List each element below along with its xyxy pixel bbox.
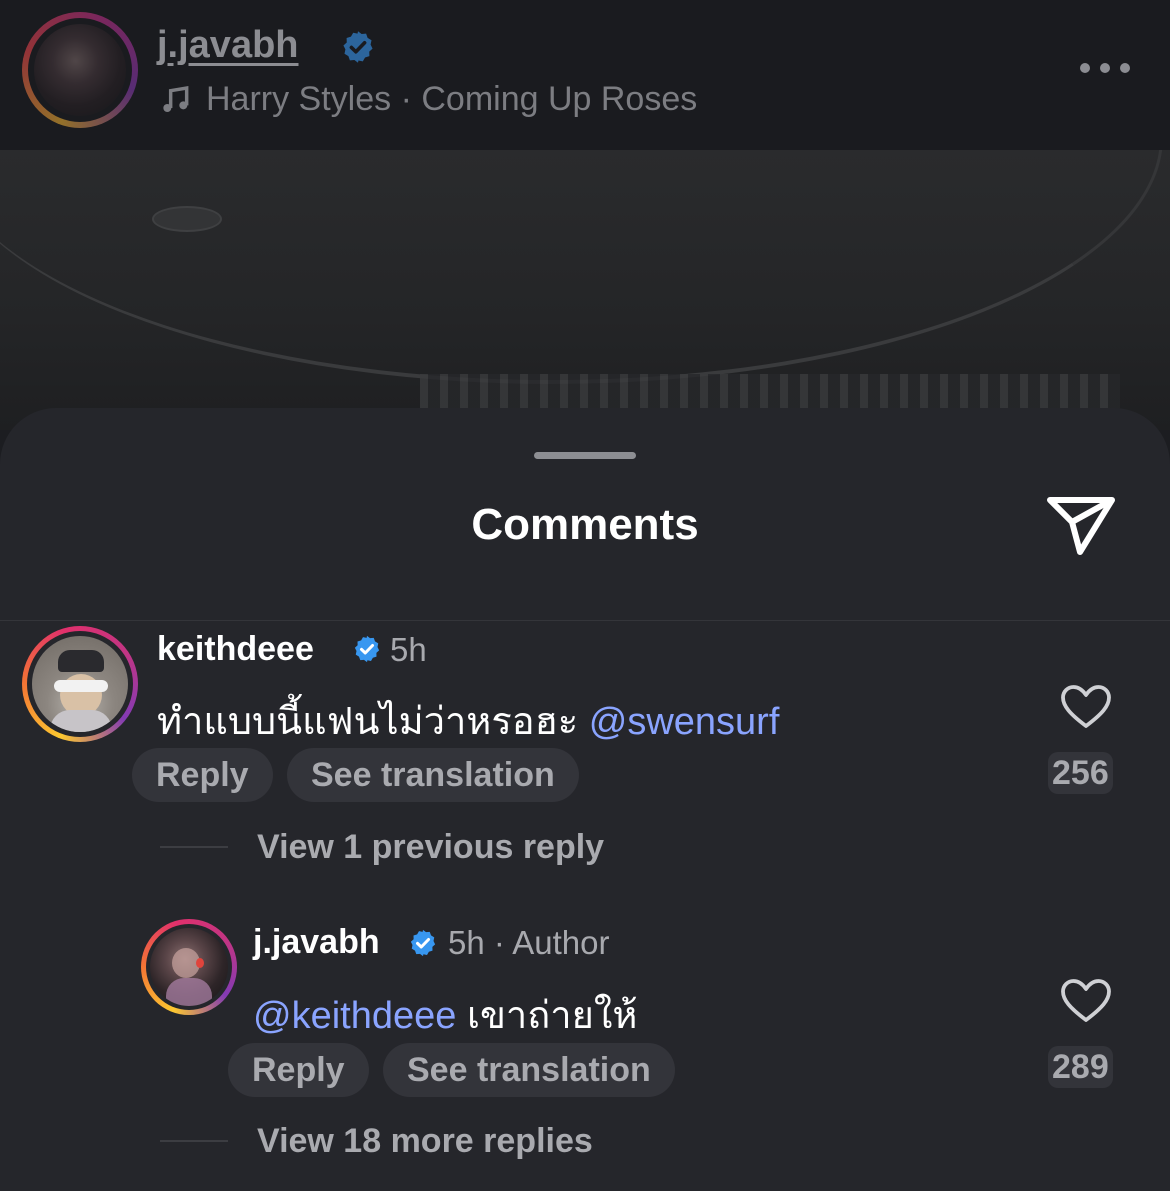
thread-line <box>160 846 228 848</box>
reply-body: เขาถ่ายให้ <box>466 995 638 1037</box>
see-translation-button[interactable]: See translation <box>287 748 579 802</box>
reply-avatar[interactable] <box>141 919 237 1015</box>
sheet-divider <box>0 620 1170 621</box>
post-header: j.javabh Harry Styles · Coming Up Roses <box>0 0 1170 150</box>
heart-icon[interactable] <box>1060 978 1112 1024</box>
sheet-title: Comments <box>471 500 699 549</box>
drag-handle[interactable] <box>534 452 636 459</box>
post-author-avatar[interactable] <box>22 12 138 128</box>
more-horizontal-icon[interactable] <box>1080 60 1130 76</box>
like-count[interactable]: 256 <box>1048 752 1113 794</box>
comment-time: 5h <box>390 631 427 668</box>
comment-text: ทำแบบนี้แฟนไม่ว่าหรอฮะ @swensurf <box>157 690 779 751</box>
reply-button[interactable]: Reply <box>228 1043 369 1097</box>
see-translation-button[interactable]: See translation <box>383 1043 675 1097</box>
reply-text: @keithdeee เขาถ่ายให้ <box>253 984 637 1045</box>
verified-badge-icon <box>410 929 436 957</box>
comment-body: ทำแบบนี้แฟนไม่ว่าหรอฮะ <box>157 701 579 743</box>
reply-username[interactable]: j.javabh <box>253 923 380 962</box>
reply-button[interactable]: Reply <box>132 748 273 802</box>
heart-icon[interactable] <box>1060 684 1112 730</box>
comment-username[interactable]: keithdeee <box>157 630 314 669</box>
reply-mention[interactable]: @keithdeee <box>253 995 456 1037</box>
view-replies-button[interactable]: View 1 previous reply <box>257 828 604 867</box>
paper-plane-icon[interactable] <box>1044 492 1118 560</box>
post-photo <box>0 150 1170 430</box>
post-music-info[interactable]: Harry Styles · Coming Up Roses <box>160 80 697 119</box>
comment-avatar[interactable] <box>22 626 138 742</box>
thread-line <box>160 1140 228 1142</box>
reply-time-author: 5h · Author <box>448 924 610 961</box>
verified-badge-icon <box>343 31 373 63</box>
post-username[interactable]: j.javabh <box>157 24 299 67</box>
comment-mention[interactable]: @swensurf <box>589 701 780 743</box>
music-note-icon <box>163 85 189 112</box>
like-count[interactable]: 289 <box>1048 1046 1113 1088</box>
view-replies-button[interactable]: View 18 more replies <box>257 1122 593 1161</box>
verified-badge-icon <box>354 635 380 663</box>
music-text: Harry Styles · Coming Up Roses <box>206 80 698 118</box>
